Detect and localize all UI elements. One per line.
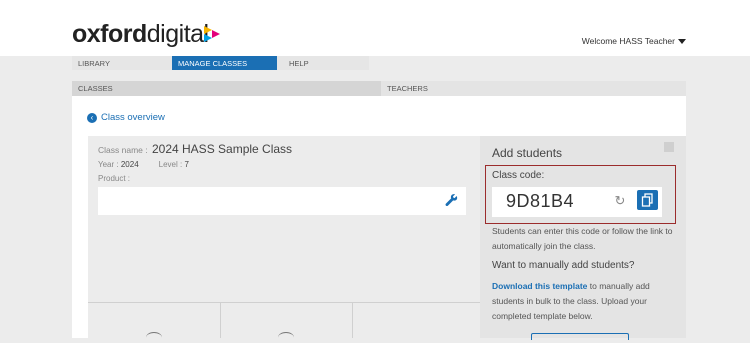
nav-item-library[interactable]: LIBRARY <box>72 56 172 70</box>
year-label: Year : <box>98 160 119 169</box>
main-nav: LIBRARY MANAGE CLASSES HELP <box>72 56 369 70</box>
expand-icon[interactable] <box>664 142 674 152</box>
level-label: Level : <box>158 160 183 169</box>
upload-button[interactable] <box>531 333 629 340</box>
download-template-link[interactable]: Download this template <box>492 281 587 291</box>
logo[interactable]: oxford digital <box>72 20 209 50</box>
class-code-info: Students can enter this code or follow t… <box>492 226 673 251</box>
caret-down-icon <box>678 38 686 44</box>
tab-teachers[interactable]: TEACHERS <box>380 81 686 96</box>
tile-divider <box>352 302 353 338</box>
class-name-row: Class name : 2024 HASS Sample Class <box>98 142 292 156</box>
card-divider <box>88 302 481 303</box>
refresh-icon[interactable]: ↻ <box>613 194 627 208</box>
year-value: 2024 <box>120 160 139 169</box>
nav-item-help[interactable]: HELP <box>277 56 369 70</box>
level-field: Level : 7 <box>159 160 189 169</box>
chevron-left-circle-icon: ‹ <box>87 112 97 123</box>
class-name-label: Class name : <box>98 145 148 155</box>
year-field: Year : 2024 <box>98 160 139 169</box>
download-paragraph: Download this template to manually add s… <box>492 279 682 324</box>
logo-mark-icon <box>204 26 220 42</box>
welcome-text: Welcome HASS Teacher <box>581 36 675 46</box>
product-label: Product : <box>98 174 131 183</box>
add-students-panel: Add students Class code: 9D81B4 ↻ Studen… <box>480 136 686 340</box>
class-code-value: 9D81B4 <box>506 191 575 211</box>
copy-button[interactable] <box>637 190 658 210</box>
class-code-box: Class code: 9D81B4 ↻ <box>485 165 676 224</box>
sub-tabs: CLASSES TEACHERS <box>72 81 686 96</box>
add-students-title: Add students <box>492 146 563 160</box>
product-field <box>98 187 466 215</box>
main-panel: ‹ Class overview Class name : 2024 HASS … <box>72 96 686 340</box>
tab-classes[interactable]: CLASSES <box>72 81 381 96</box>
nav-item-manage-classes[interactable]: MANAGE CLASSES <box>172 56 277 70</box>
logo-text-light: digital <box>146 20 209 48</box>
class-code-label: Class code: <box>492 170 545 181</box>
level-value: 7 <box>184 160 189 169</box>
user-menu[interactable]: Welcome HASS Teacher <box>582 36 686 46</box>
back-link-label: Class overview <box>101 112 165 123</box>
class-name-value: 2024 HASS Sample Class <box>151 142 293 156</box>
class-code-field: 9D81B4 ↻ <box>492 187 662 217</box>
header: oxford digital Welcome HASS Teacher <box>0 0 750 56</box>
manual-add-heading: Want to manually add students? <box>492 260 635 271</box>
class-card: Class name : 2024 HASS Sample Class Year… <box>88 136 481 338</box>
back-link[interactable]: ‹ Class overview <box>87 112 165 123</box>
class-meta-row: Year : 2024 Level : 7 <box>98 160 189 169</box>
copy-icon <box>641 193 653 207</box>
logo-text-bold: oxford <box>72 20 147 48</box>
wrench-icon[interactable] <box>445 194 458 207</box>
tile-divider <box>220 302 221 338</box>
